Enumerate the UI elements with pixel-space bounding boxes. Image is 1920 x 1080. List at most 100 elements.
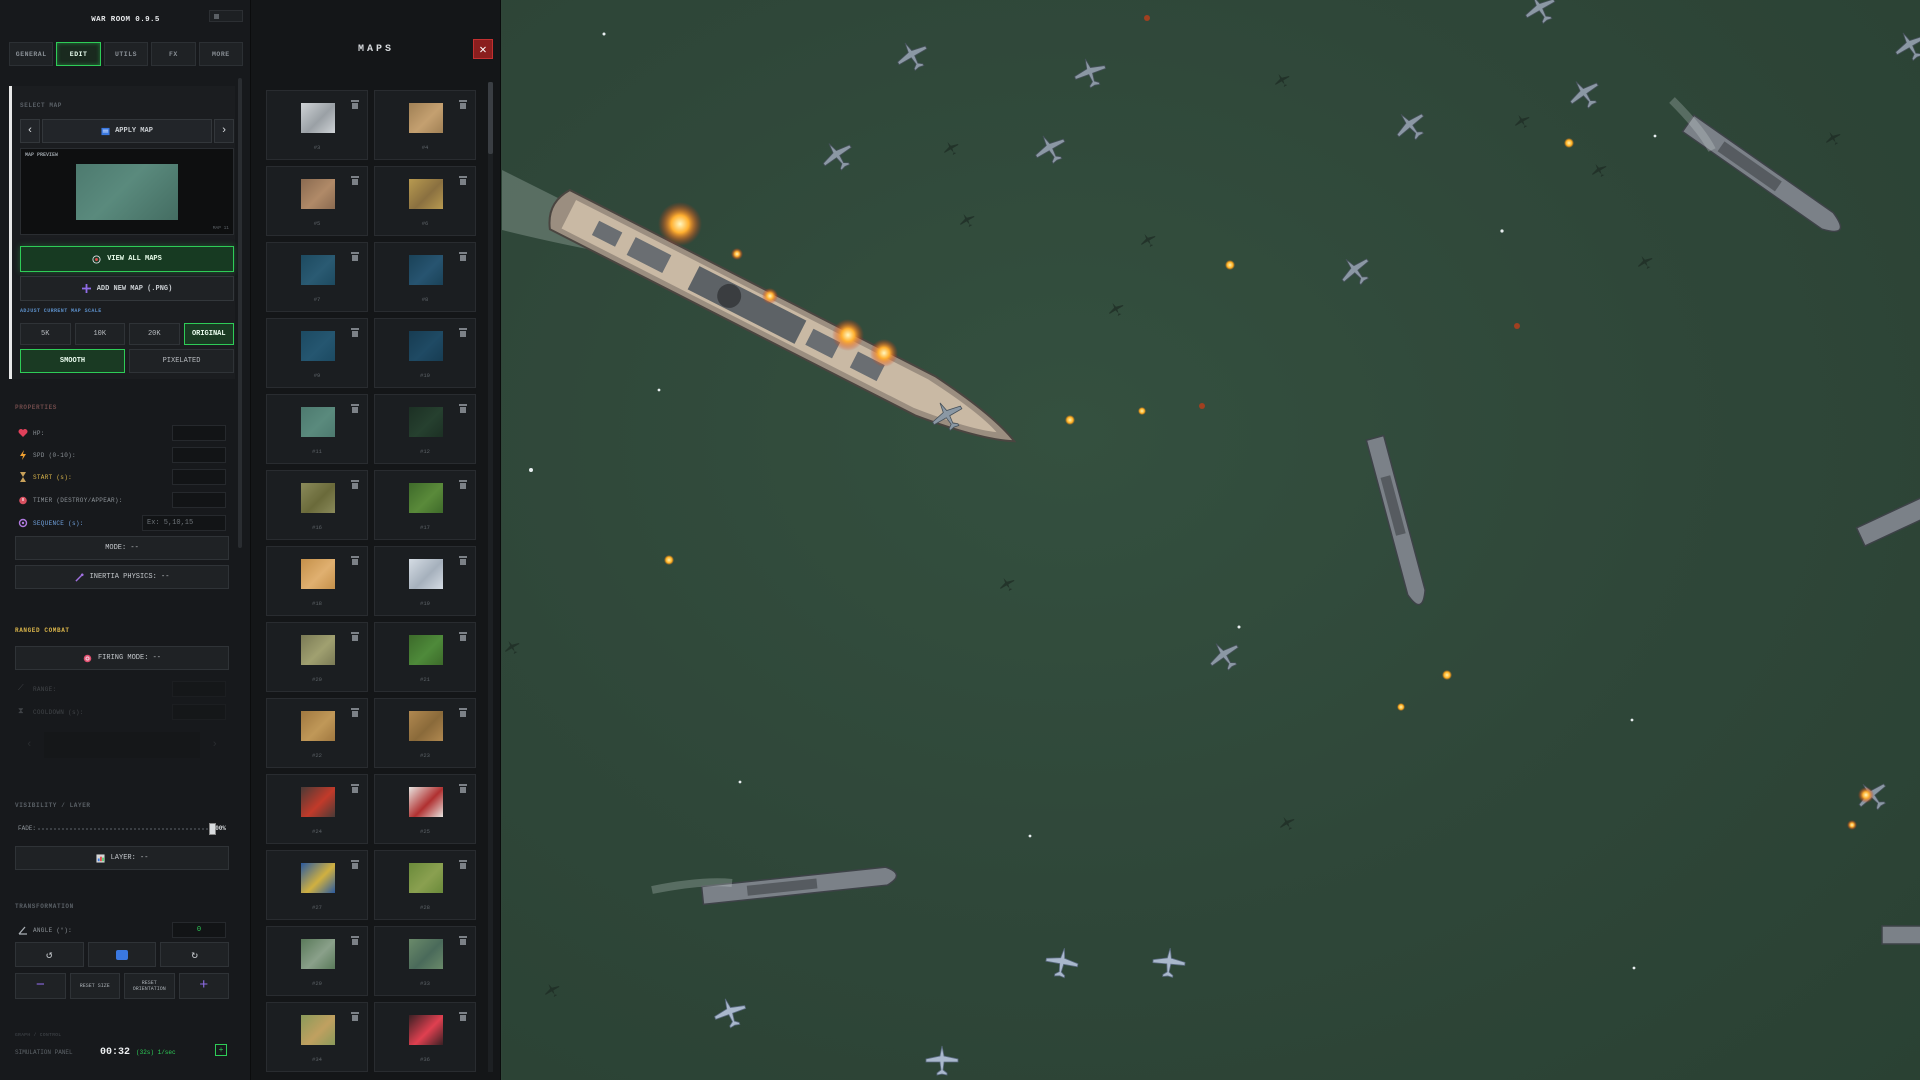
destroyer-east[interactable] [1855,484,1920,547]
map-tile[interactable]: #10 [374,318,476,388]
trash-icon[interactable] [351,936,359,945]
trash-icon[interactable] [351,100,359,109]
rotate-right-button[interactable]: ↻ [160,942,230,967]
destroyer-ne[interactable] [1681,114,1846,237]
tab-fx[interactable]: FX [151,42,196,66]
trash-icon[interactable] [351,632,359,641]
timer-input[interactable] [172,492,226,508]
range-input[interactable] [172,681,226,697]
map-tile[interactable]: #28 [374,850,476,920]
trash-icon[interactable] [459,632,467,641]
map-tile[interactable]: #27 [266,850,368,920]
chevron-right-icon[interactable]: › [211,739,218,751]
map-tile[interactable]: #18 [266,546,368,616]
trash-icon[interactable] [351,784,359,793]
trash-icon[interactable] [459,1012,467,1021]
scale-20k-button[interactable]: 20K [129,323,180,345]
trash-icon[interactable] [459,708,467,717]
trash-icon[interactable] [351,480,359,489]
destroyer-center[interactable] [1365,434,1428,607]
chevron-right-icon[interactable]: › [214,119,234,143]
grow-button[interactable]: + [178,973,229,999]
maps-scrollbar[interactable] [488,82,493,1072]
trash-icon[interactable] [351,328,359,337]
cooldown-input[interactable] [172,704,226,720]
trash-icon[interactable] [351,708,359,717]
map-tile[interactable]: #5 [266,166,368,236]
spd-input[interactable] [172,447,226,463]
map-tile[interactable]: #12 [374,394,476,464]
trash-icon[interactable] [459,404,467,413]
scale-10k-button[interactable]: 10K [74,323,125,345]
trash-icon[interactable] [459,252,467,261]
chevron-left-icon[interactable]: ‹ [26,739,33,751]
map-tile[interactable]: #7 [266,242,368,312]
trash-icon[interactable] [459,480,467,489]
battle-scene[interactable] [502,0,1920,1080]
map-tile[interactable]: #6 [374,166,476,236]
map-tile[interactable]: #20 [266,622,368,692]
battleship[interactable] [543,187,1024,461]
game-viewport[interactable] [502,0,1920,1080]
map-tile[interactable]: #23 [374,698,476,768]
map-tile[interactable]: #29 [266,926,368,996]
smooth-button[interactable]: SMOOTH [20,349,125,373]
map-tile[interactable]: #8 [374,242,476,312]
rotate-left-button[interactable]: ↺ [15,942,84,967]
trash-icon[interactable] [459,100,467,109]
tab-more[interactable]: MORE [198,42,244,66]
simulation-add-button[interactable]: + [215,1044,227,1056]
destroyer-se[interactable] [1881,925,1920,945]
map-tile[interactable]: #11 [266,394,368,464]
map-tile[interactable]: #33 [374,926,476,996]
mode-button[interactable]: MODE: -- [15,536,229,560]
reset-size-button[interactable]: RESET SIZE [69,973,120,999]
trash-icon[interactable] [351,252,359,261]
close-icon[interactable]: ✕ [473,39,493,59]
view-all-maps-button[interactable]: VIEW ALL MAPS [20,246,234,272]
map-tile[interactable]: #19 [374,546,476,616]
flip-button[interactable] [87,942,157,967]
inertia-physics-button[interactable]: INERTIA PHYSICS: -- [15,565,229,589]
trash-icon[interactable] [459,176,467,185]
left-panel-scrollbar[interactable] [238,78,242,548]
trash-icon[interactable] [351,556,359,565]
tab-utils[interactable]: UTILS [103,42,149,66]
hp-input[interactable] [172,425,226,441]
map-tile[interactable]: #25 [374,774,476,844]
map-tile[interactable]: #36 [374,1002,476,1072]
layer-button[interactable]: LAYER: -- [15,846,229,870]
start-input[interactable] [172,469,226,485]
chevron-left-icon[interactable]: ‹ [20,119,40,143]
angle-input[interactable]: 0 [172,922,226,938]
map-tile[interactable]: #4 [374,90,476,160]
reset-orientation-button[interactable]: RESET ORIENTATION [124,973,175,999]
window-toggle[interactable] [209,10,243,22]
apply-map-button[interactable]: APPLY MAP [42,119,212,143]
map-tile[interactable]: #17 [374,470,476,540]
tab-edit[interactable]: EDIT [56,42,101,66]
scale-5k-button[interactable]: 5K [20,323,71,345]
map-tile[interactable]: #16 [266,470,368,540]
map-tile[interactable]: #22 [266,698,368,768]
fade-slider-track[interactable] [38,828,216,830]
map-tile[interactable]: #9 [266,318,368,388]
trash-icon[interactable] [351,1012,359,1021]
trash-icon[interactable] [459,556,467,565]
trash-icon[interactable] [459,784,467,793]
trash-icon[interactable] [351,404,359,413]
shrink-button[interactable]: − [15,973,66,999]
map-tile[interactable]: #24 [266,774,368,844]
trash-icon[interactable] [459,328,467,337]
trash-icon[interactable] [459,936,467,945]
trash-icon[interactable] [351,176,359,185]
sequence-input[interactable]: Ex: 5,10,15 [142,515,226,531]
trash-icon[interactable] [459,860,467,869]
trash-icon[interactable] [351,860,359,869]
map-tile[interactable]: #34 [266,1002,368,1072]
tab-general[interactable]: GENERAL [9,42,54,66]
firing-mode-button[interactable]: FIRING MODE: -- [15,646,229,670]
scale-original-button[interactable]: ORIGINAL [183,323,234,345]
map-tile[interactable]: #21 [374,622,476,692]
pixelated-button[interactable]: PIXELATED [129,349,234,373]
